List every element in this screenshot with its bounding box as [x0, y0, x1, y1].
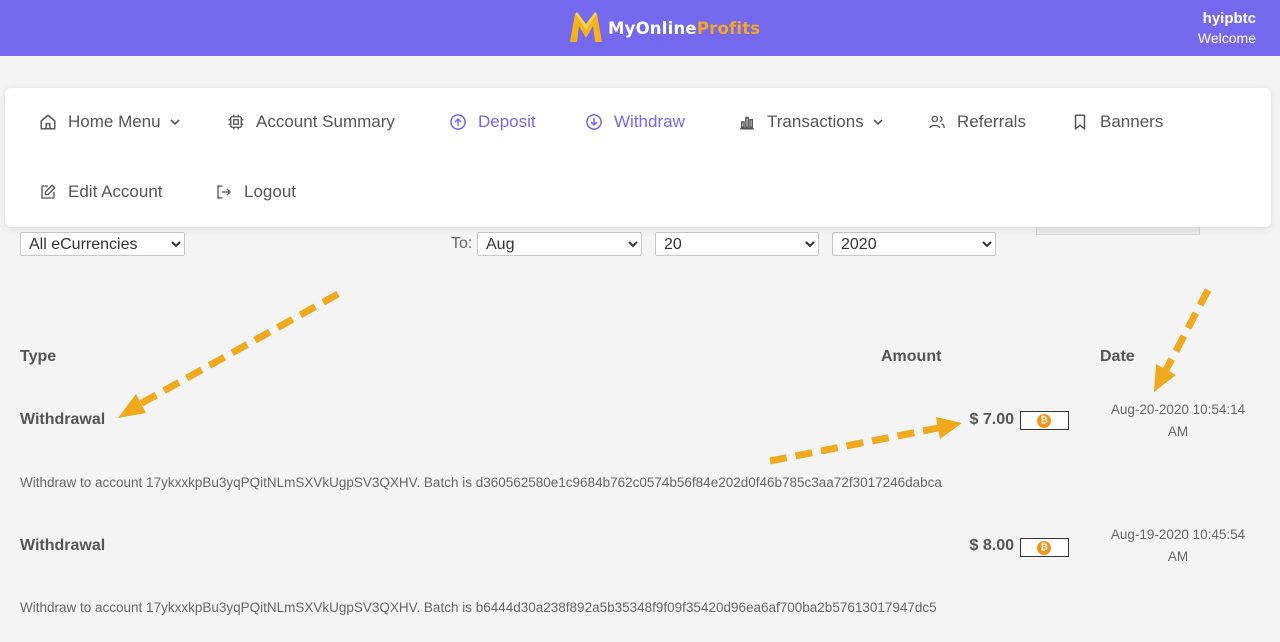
menu-account-summary[interactable]: Account Summary: [227, 112, 395, 132]
logo-mark-icon: [570, 12, 602, 42]
bitcoin-icon: ₿: [1037, 541, 1051, 555]
arrow-to-date-line: [1162, 288, 1212, 372]
arrow-to-date-head: [1154, 364, 1176, 392]
username: hyipbtc: [1202, 10, 1256, 27]
menu-account-summary-label: Account Summary: [256, 112, 395, 131]
row2-date: Aug-19-2020 10:45:54 AM: [1098, 524, 1258, 568]
column-header-date: Date: [1100, 348, 1135, 365]
menu-withdraw-label: Withdraw: [614, 112, 685, 131]
row1-date: Aug-20-2020 10:54:14 AM: [1098, 399, 1258, 443]
row1-date-line2: AM: [1167, 424, 1189, 439]
chip-icon: [228, 114, 244, 130]
site-logo[interactable]: MyOnlineProfits: [565, 8, 760, 48]
ecurrency-select[interactable]: All eCurrencies: [20, 232, 185, 256]
menu-edit-account-label: Edit Account: [68, 182, 163, 201]
welcome-text: Welcome: [1197, 30, 1256, 46]
arrow-down-circle-icon: [586, 114, 602, 130]
menu-transactions[interactable]: Transactions: [738, 112, 884, 132]
row2-amount: $ 8.00: [969, 537, 1014, 554]
arrow-to-amount-head: [936, 417, 962, 439]
main-menu: Home Menu Account Summary Deposit Withdr…: [5, 88, 1271, 227]
user-info[interactable]: hyipbtc Welcome: [1198, 9, 1256, 49]
to-month-select[interactable]: Aug: [477, 232, 642, 256]
menu-deposit[interactable]: Deposit: [449, 112, 536, 132]
to-label: To:: [451, 235, 473, 252]
bar-chart-icon: [740, 116, 754, 130]
row2-description: Withdraw to account 17ykxxkpBu3yqPQitNLm…: [20, 600, 937, 615]
column-header-type: Type: [20, 348, 57, 365]
menu-referrals[interactable]: Referrals: [928, 112, 1026, 132]
top-bar: MyOnlineProfits hyipbtc Welcome: [0, 0, 1280, 56]
menu-edit-account[interactable]: Edit Account: [39, 182, 163, 202]
bitcoin-icon: ₿: [1037, 414, 1051, 428]
menu-deposit-label: Deposit: [478, 112, 536, 131]
menu-withdraw[interactable]: Withdraw: [585, 112, 685, 132]
chevron-down-icon: [873, 119, 883, 126]
row2-date-line1: Aug-19-2020 10:45:54: [1110, 527, 1246, 542]
to-day-select[interactable]: 20: [655, 232, 819, 256]
menu-logout[interactable]: Logout: [215, 182, 296, 202]
bookmark-icon: [1074, 114, 1086, 130]
row1-date-line1: Aug-20-2020 10:54:14: [1110, 402, 1246, 417]
menu-home[interactable]: Home Menu: [39, 112, 181, 132]
logo-text: MyOnlineProfits: [608, 19, 760, 38]
row2-date-line2: AM: [1167, 549, 1189, 564]
arrow-up-circle-icon: [450, 114, 466, 130]
arrow-to-type-line: [138, 290, 340, 408]
row2-currency-box: ₿: [1020, 538, 1069, 557]
menu-home-label: Home Menu: [68, 112, 161, 131]
logo-text-part1: MyOnline: [608, 18, 697, 38]
logout-icon: [217, 185, 231, 199]
row1-description: Withdraw to account 17ykxxkpBu3yqPQitNLm…: [20, 475, 942, 490]
home-icon: [40, 114, 56, 130]
menu-banners-label: Banners: [1100, 112, 1164, 131]
to-year-select[interactable]: 2020: [832, 232, 996, 256]
arrow-to-amount-line: [769, 424, 939, 465]
menu-banners[interactable]: Banners: [1071, 112, 1163, 132]
row1-type: Withdrawal: [20, 411, 106, 428]
logo-text-part2: Profits: [696, 18, 761, 38]
menu-referrals-label: Referrals: [957, 112, 1026, 131]
edit-icon: [41, 184, 56, 199]
users-icon: [929, 115, 945, 129]
arrow-to-type-head: [118, 394, 146, 418]
row1-amount: $ 7.00: [969, 411, 1014, 428]
chevron-down-icon: [170, 119, 180, 126]
row2-type: Withdrawal: [20, 537, 106, 554]
menu-transactions-label: Transactions: [767, 112, 864, 131]
column-header-amount: Amount: [881, 348, 942, 365]
row1-currency-box: ₿: [1020, 411, 1069, 430]
menu-logout-label: Logout: [244, 182, 296, 201]
